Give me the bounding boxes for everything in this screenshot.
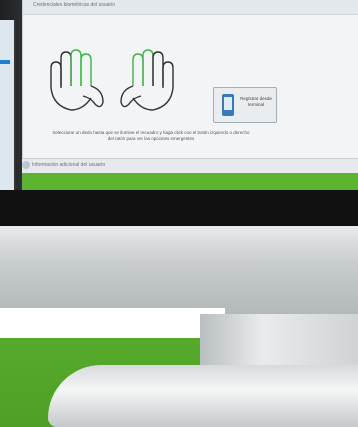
section-icon bbox=[22, 161, 30, 169]
laptop-screen bbox=[0, 20, 16, 190]
monitor-screen: Credenciales biométricas del usuario Sel… bbox=[22, 0, 358, 165]
right-hand bbox=[120, 49, 174, 111]
photo-scene: Credenciales biométricas del usuario Sel… bbox=[0, 0, 358, 427]
left-ring-finger[interactable] bbox=[60, 51, 72, 86]
left-pinky-finger[interactable] bbox=[50, 61, 62, 88]
right-middle-finger[interactable] bbox=[142, 49, 154, 86]
monitor-bezel bbox=[0, 190, 358, 226]
right-ring-finger[interactable] bbox=[152, 51, 164, 86]
laptop-screen-bar bbox=[0, 60, 10, 64]
monitor-back bbox=[0, 226, 358, 314]
left-index-finger[interactable] bbox=[80, 53, 92, 86]
hands-fingerprint-selector bbox=[50, 49, 174, 111]
register-from-terminal-button[interactable]: Registrar desde terminal bbox=[213, 87, 277, 123]
left-middle-finger[interactable] bbox=[70, 49, 82, 86]
right-pinky-finger[interactable] bbox=[162, 61, 174, 88]
monitor-stand-base bbox=[48, 365, 358, 427]
right-index-finger[interactable] bbox=[132, 53, 144, 86]
panel-header-title: Credenciales biométricas del usuario bbox=[33, 2, 115, 8]
right-palm bbox=[132, 87, 174, 111]
monitor-white-strip bbox=[0, 308, 225, 338]
panel-header: Credenciales biométricas del usuario bbox=[23, 0, 358, 15]
left-palm bbox=[50, 87, 92, 111]
additional-info-section[interactable]: Información adicional del usuario bbox=[22, 158, 358, 173]
left-hand bbox=[50, 49, 104, 111]
phone-icon bbox=[222, 94, 234, 116]
additional-info-title: Información adicional del usuario bbox=[32, 162, 106, 168]
finger-selection-hint: Seleccione un dedo hasta que se ilumine … bbox=[52, 130, 250, 141]
register-button-label: Registrar desde terminal bbox=[240, 96, 272, 107]
